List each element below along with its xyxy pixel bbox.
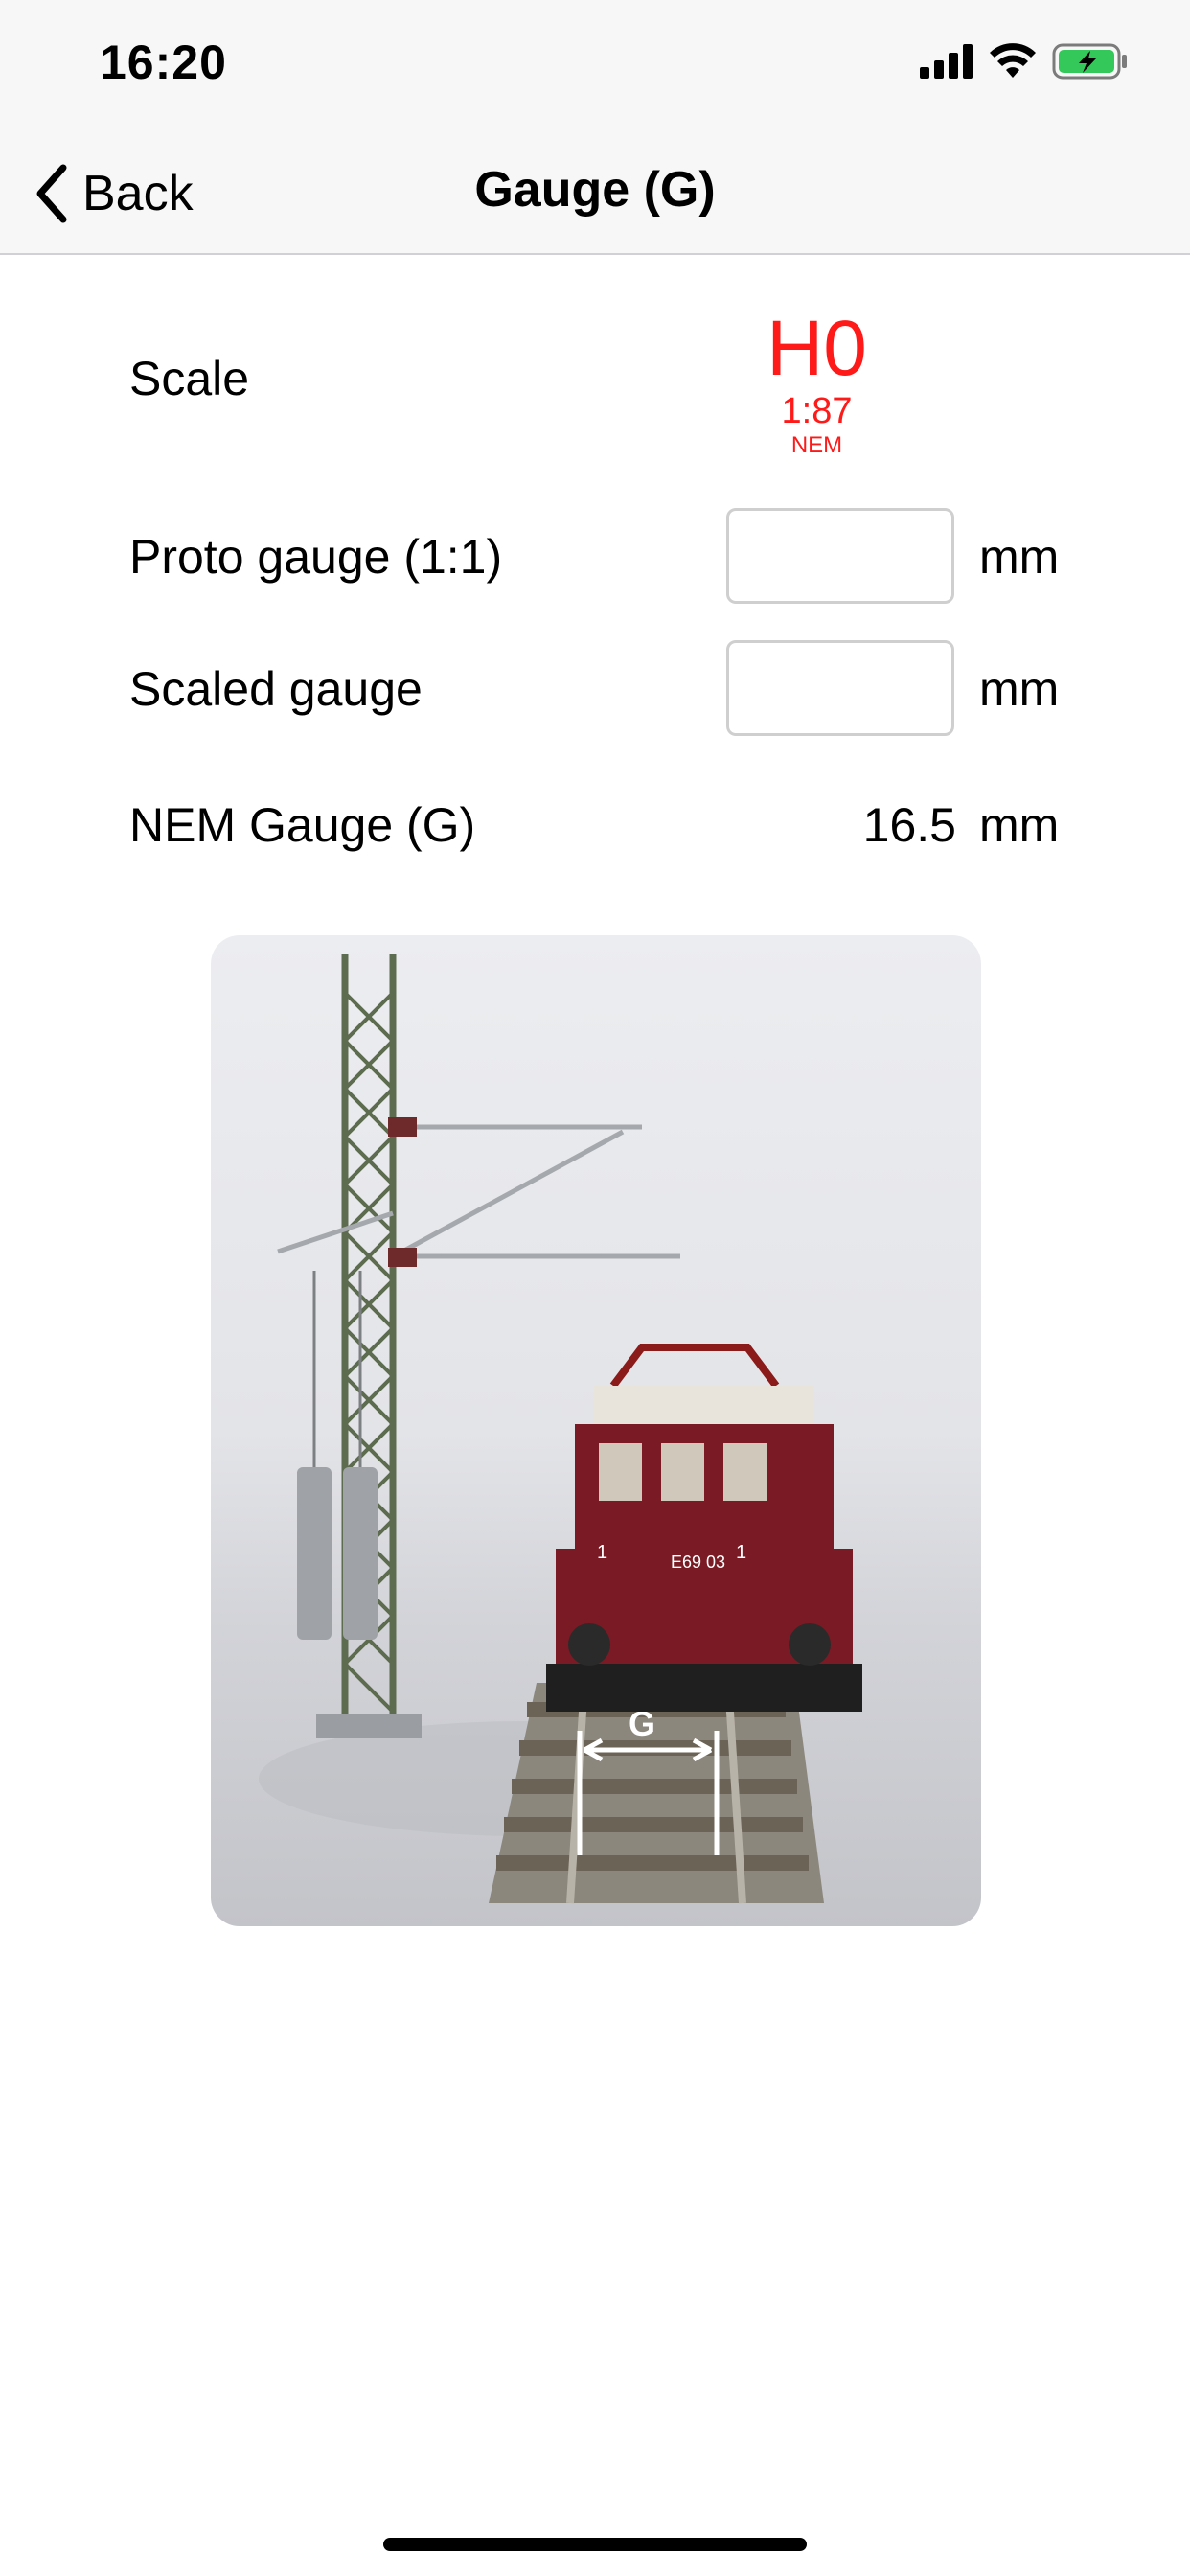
nem-gauge-label: NEM Gauge (G) [129, 798, 476, 852]
home-indicator[interactable] [383, 2538, 807, 2551]
wifi-icon [990, 43, 1036, 78]
battery-charging-icon [1052, 43, 1127, 80]
scale-name: H0 [767, 305, 867, 392]
loco-side-number-left: 1 [597, 1542, 607, 1563]
loco-side-number-right: 1 [736, 1542, 746, 1563]
navigation-bar: Back Gauge (G) [0, 134, 1190, 255]
insulator-bottom [388, 1248, 417, 1267]
locomotive: 1 E69 03 1 [546, 1344, 862, 1712]
scale-ratio: 1:87 [781, 391, 853, 431]
illustration-svg: G 1 E69 03 1 [259, 954, 862, 1904]
scaled-gauge-unit: mm [979, 662, 1060, 716]
insulator-top [388, 1117, 417, 1137]
status-bar: 16:20 [0, 0, 1190, 134]
cellular-signal-icon [920, 44, 973, 79]
status-icons [920, 42, 1129, 80]
page-title: Gauge (G) [474, 162, 716, 218]
loco-number: E69 03 [671, 1552, 725, 1572]
scale-selector[interactable]: H0 1:87 NEM [738, 307, 896, 460]
proto-gauge-label: Proto gauge (1:1) [129, 530, 503, 584]
proto-gauge-unit: mm [979, 530, 1060, 584]
tension-weight-left [297, 1467, 332, 1640]
gauge-illustration: G 1 E69 03 1 [211, 935, 981, 1926]
nem-gauge-unit: mm [979, 798, 1060, 852]
scaled-gauge-label: Scaled gauge [129, 662, 423, 716]
scaled-gauge-input[interactable] [726, 640, 954, 736]
nem-gauge-value: 16.5 [862, 798, 956, 852]
catenary-arms [277, 1124, 680, 1259]
status-time: 16:20 [100, 35, 227, 89]
proto-gauge-input[interactable] [726, 508, 954, 604]
scale-label: Scale [129, 352, 250, 405]
mast-base [316, 1714, 422, 1738]
scale-standard: NEM [790, 432, 843, 458]
tension-weight-right [343, 1467, 378, 1640]
pantograph [609, 1344, 780, 1389]
